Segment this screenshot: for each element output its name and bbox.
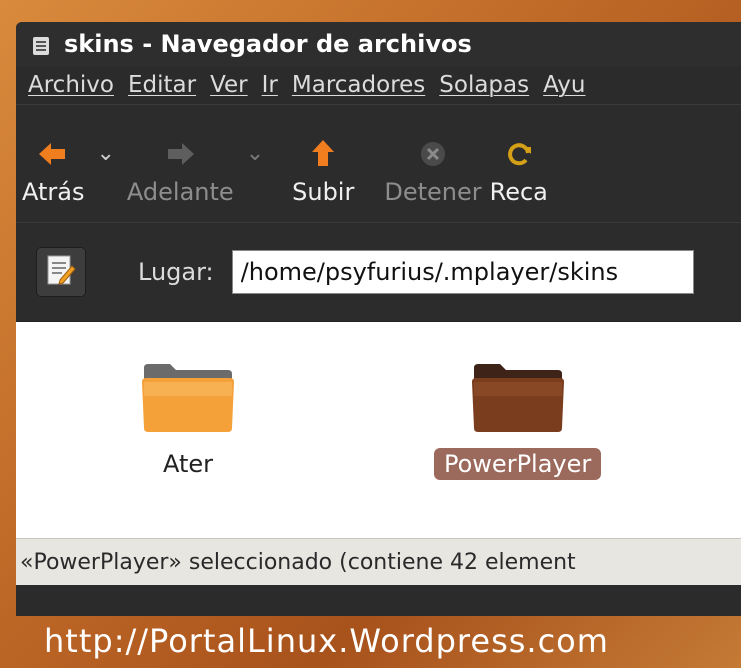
up-label: Subir xyxy=(292,178,355,206)
status-text: «PowerPlayer» seleccionado (contiene 42 … xyxy=(20,549,576,575)
menu-marcadores[interactable]: Marcadores xyxy=(292,72,425,98)
folder-item-ater[interactable]: Ater xyxy=(140,360,236,480)
reload-label: Reca xyxy=(489,178,548,206)
folder-icon xyxy=(140,360,236,438)
reload-icon xyxy=(506,134,532,174)
menu-archivo[interactable]: Archivo xyxy=(28,72,114,98)
location-input[interactable] xyxy=(231,250,694,294)
menu-ayuda[interactable]: Ayu xyxy=(543,72,585,98)
folder-label: Ater xyxy=(162,450,214,478)
file-view: Ater PowerPlayer xyxy=(16,322,741,538)
stop-label: Detener xyxy=(384,178,482,206)
edit-document-icon xyxy=(46,254,76,290)
location-bar: Lugar: xyxy=(16,223,741,322)
reload-button[interactable]: Reca xyxy=(490,134,548,206)
location-label: Lugar: xyxy=(138,258,214,286)
menu-ir[interactable]: Ir xyxy=(262,72,278,98)
window-title: skins - Navegador de archivos xyxy=(64,30,472,58)
forward-history-chevron-icon[interactable]: ⌄ xyxy=(246,141,264,166)
titlebar: skins - Navegador de archivos xyxy=(16,22,741,66)
back-arrow-icon xyxy=(39,134,67,174)
forward-button[interactable]: Adelante xyxy=(127,134,234,206)
folder-icon xyxy=(470,360,566,438)
forward-label: Adelante xyxy=(126,178,234,206)
forward-arrow-icon xyxy=(166,134,195,174)
menu-editar[interactable]: Editar xyxy=(128,72,196,98)
stop-button[interactable]: Detener xyxy=(384,134,482,206)
back-history-chevron-icon[interactable]: ⌄ xyxy=(96,141,114,166)
folder-item-powerplayer[interactable]: PowerPlayer xyxy=(434,360,602,480)
back-button[interactable]: Atrás xyxy=(22,134,84,206)
toolbar: Atrás ⌄ Adelante ⌄ Subir Detener Reca xyxy=(16,105,741,223)
up-arrow-icon xyxy=(311,134,335,174)
file-browser-window: skins - Navegador de archivos Archivo Ed… xyxy=(16,22,741,616)
menu-ver[interactable]: Ver xyxy=(210,72,248,98)
menu-solapas[interactable]: Solapas xyxy=(439,72,529,98)
toggle-location-edit-button[interactable] xyxy=(36,247,86,297)
folder-label: PowerPlayer xyxy=(434,448,602,480)
status-bar: «PowerPlayer» seleccionado (contiene 42 … xyxy=(16,538,741,585)
stop-icon xyxy=(420,134,446,174)
watermark-url: http://PortalLinux.Wordpress.com xyxy=(44,622,609,660)
window-menu-icon[interactable] xyxy=(32,34,50,55)
menubar: Archivo Editar Ver Ir Marcadores Solapas… xyxy=(16,66,741,105)
back-label: Atrás xyxy=(22,178,85,206)
up-button[interactable]: Subir xyxy=(292,134,354,206)
